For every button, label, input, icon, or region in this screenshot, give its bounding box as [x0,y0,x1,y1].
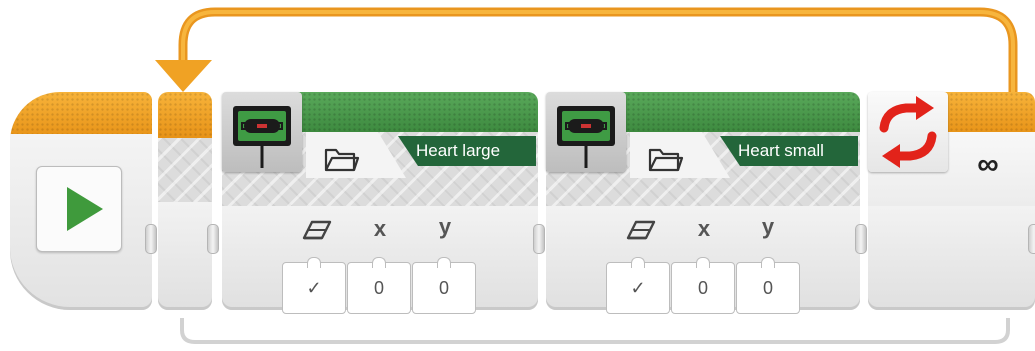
eraser-icon [302,220,332,240]
image-name-label: Heart large [398,136,536,166]
eraser-icon [626,220,656,240]
image-name-label: Heart small [720,136,858,166]
y-input[interactable]: 0 [412,257,476,314]
loop-count[interactable]: ∞ [958,148,1018,182]
connector-plug [1028,224,1035,254]
start-block[interactable] [10,92,152,310]
x-input[interactable]: 0 [347,257,411,314]
connector-plug [855,224,867,254]
param-header-y: y [438,214,452,239]
loop-start-block[interactable] [158,92,212,310]
connector-plug [145,224,157,254]
param-header-y: y [761,214,775,239]
display-block-2[interactable]: Heart small x y ✓ 0 0 [546,92,860,314]
clear-screen-input[interactable]: ✓ [282,257,346,314]
connector-plug [207,224,219,254]
y-input[interactable]: 0 [736,257,800,314]
display-screen-icon [557,106,615,168]
loop-end-block[interactable]: ∞ [868,92,1035,310]
loop-arrow-head [155,60,212,92]
clear-screen-input[interactable]: ✓ [606,257,670,314]
folder-icon [648,148,684,172]
display-screen-icon [233,106,291,168]
start-button[interactable] [36,166,122,252]
display-block-icon[interactable] [546,92,626,172]
display-block-icon[interactable] [222,92,302,172]
connector-plug [533,224,545,254]
folder-icon [324,148,360,172]
play-icon [67,187,103,231]
param-header-x: x [373,216,387,241]
repeat-icon [879,96,937,168]
x-input[interactable]: 0 [671,257,735,314]
param-header-x: x [697,216,711,241]
loop-icon[interactable] [868,92,948,172]
display-block-1[interactable]: Heart large x y ✓ 0 0 [222,92,538,314]
